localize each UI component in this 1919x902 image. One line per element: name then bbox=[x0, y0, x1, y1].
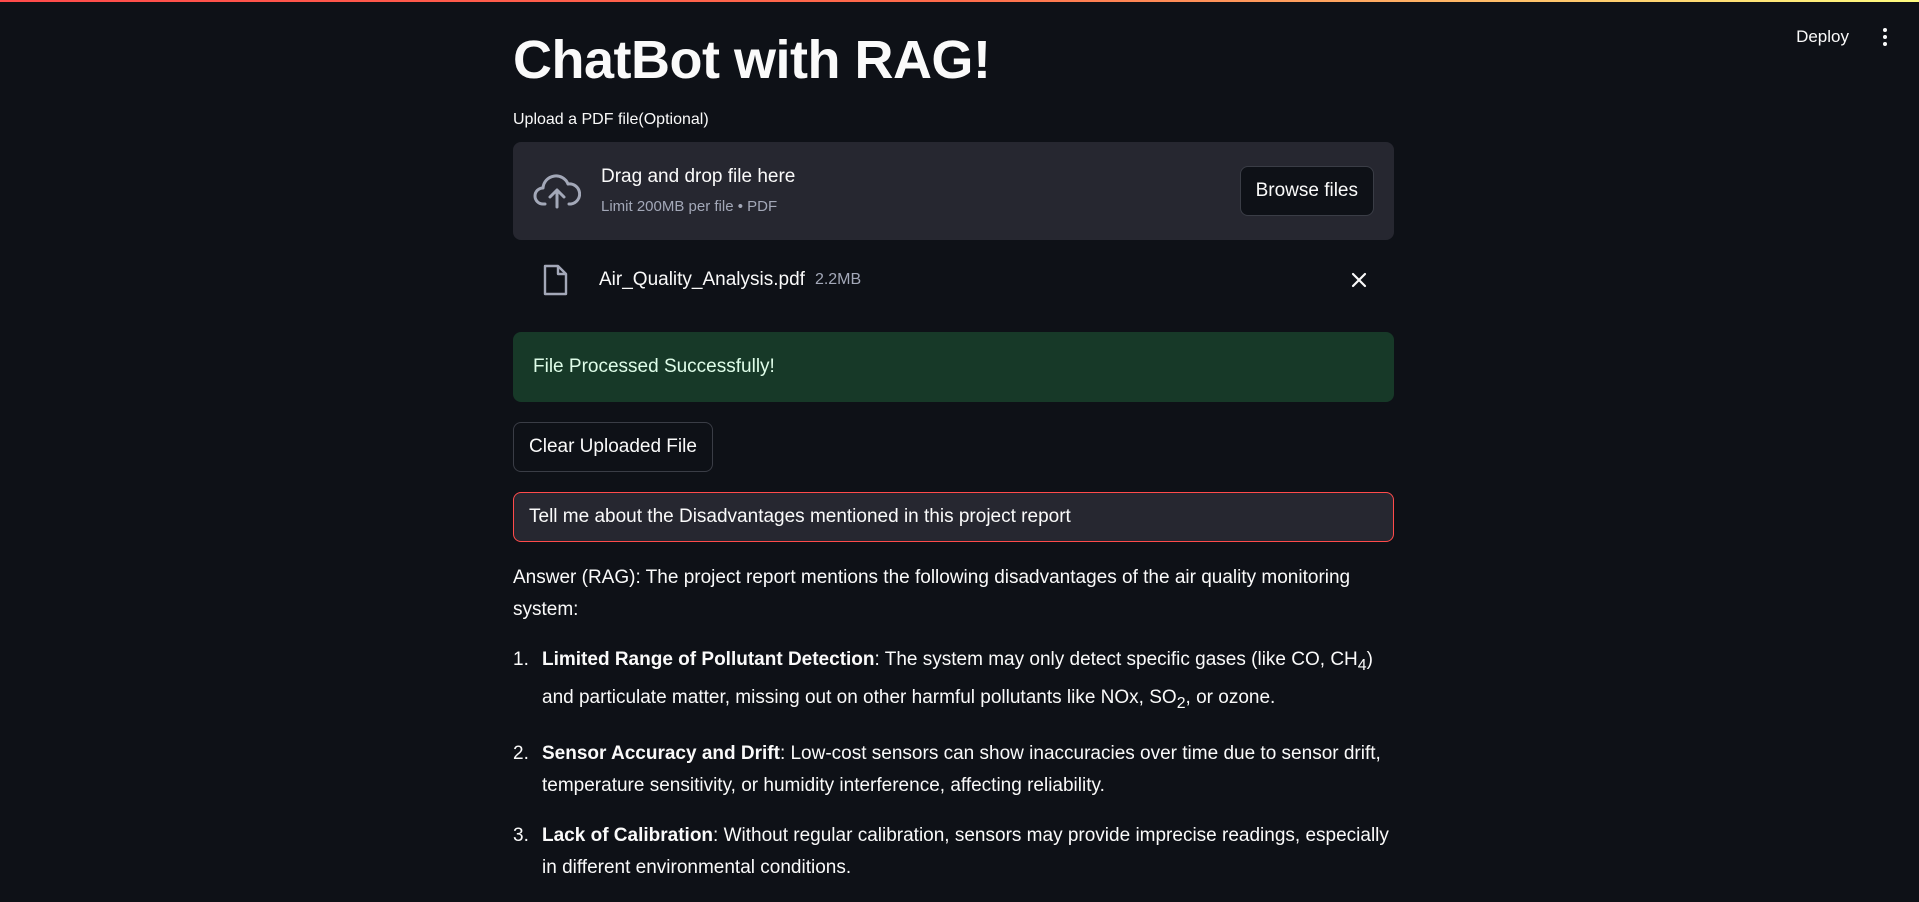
subscript: 2 bbox=[1176, 694, 1186, 712]
file-icon bbox=[543, 264, 568, 296]
browse-files-button[interactable]: Browse files bbox=[1239, 166, 1374, 216]
dropzone-instructions: Drag and drop file here Limit 200MB per … bbox=[601, 164, 1240, 218]
point-heading: Lack of Calibration bbox=[542, 824, 714, 846]
list-item: 1. Limited Range of Pollutant Detection:… bbox=[513, 644, 1394, 720]
cloud-upload-icon bbox=[533, 174, 581, 209]
list-item-text: Sensor Accuracy and Drift: Low-cost sens… bbox=[542, 738, 1394, 802]
uploaded-file-name: Air_Quality_Analysis.pdf bbox=[599, 269, 805, 290]
query-input[interactable]: Tell me about the Disadvantages mentione… bbox=[513, 492, 1394, 542]
dropzone-limit: Limit 200MB per file • PDF bbox=[601, 198, 778, 215]
list-number: 3. bbox=[513, 824, 529, 846]
answer-intro: Answer (RAG): The project report mention… bbox=[513, 567, 1351, 620]
header-actions: Deploy bbox=[1792, 22, 1895, 52]
point-heading: Limited Range of Pollutant Detection bbox=[542, 649, 875, 670]
dropzone-title: Drag and drop file here bbox=[601, 166, 796, 187]
point-text: : The system may only detect specific ga… bbox=[874, 649, 1358, 670]
subscript: 4 bbox=[1357, 656, 1367, 674]
uploader-label: Upload a PDF file(Optional) bbox=[513, 111, 709, 128]
success-alert: File Processed Successfully! bbox=[513, 332, 1394, 402]
list-item-text: Limited Range of Pollutant Detection: Th… bbox=[542, 644, 1394, 720]
close-icon[interactable] bbox=[1344, 265, 1374, 295]
list-item-text: Lack of Calibration: Without regular cal… bbox=[542, 820, 1394, 884]
point-heading: Sensor Accuracy and Drift bbox=[542, 742, 780, 764]
list-item: 2. Sensor Accuracy and Drift: Low-cost s… bbox=[513, 738, 1394, 802]
deploy-button[interactable]: Deploy bbox=[1792, 23, 1853, 51]
list-number: 2. bbox=[513, 742, 529, 764]
clear-uploaded-file-button[interactable]: Clear Uploaded File bbox=[513, 422, 713, 472]
page-title: ChatBot with RAG! bbox=[513, 30, 991, 90]
file-dropzone[interactable]: Drag and drop file here Limit 200MB per … bbox=[513, 142, 1394, 240]
list-item: 3. Lack of Calibration: Without regular … bbox=[513, 820, 1394, 884]
main-content: ChatBot with RAG! Upload a PDF file(Opti… bbox=[513, 24, 1394, 902]
point-text: , or ozone. bbox=[1185, 686, 1276, 708]
uploaded-file-size: 2.2MB bbox=[814, 271, 862, 288]
top-decoration-bar bbox=[0, 0, 1919, 2]
uploaded-file-row: Air_Quality_Analysis.pdf 2.2MB bbox=[513, 240, 1394, 320]
kebab-menu-icon[interactable] bbox=[1875, 22, 1895, 52]
list-number: 1. bbox=[513, 649, 529, 670]
answer-block: Answer (RAG): The project report mention… bbox=[513, 562, 1394, 884]
answer-points-list: 1. Limited Range of Pollutant Detection:… bbox=[513, 644, 1394, 884]
